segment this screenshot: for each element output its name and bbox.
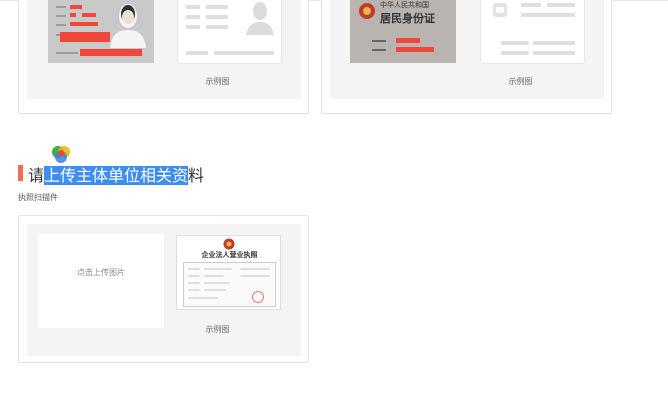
section-title-prefix: 请: [28, 166, 45, 185]
upload-placeholder-text: 点击上传图片: [77, 268, 125, 277]
id-back-heading: 中华人民共和国: [380, 1, 429, 9]
emblem-sketch-icon: [493, 3, 507, 17]
license-sample-image: 企业法人营业执照: [176, 235, 281, 310]
section-title: 请上传主体单位相关资料: [28, 162, 204, 186]
id-back-sketch: [480, 0, 585, 64]
section-accent-bar: [18, 165, 23, 181]
id-front-sample-caption: 示例图: [205, 77, 230, 86]
person-silhouette-icon: [246, 2, 274, 35]
id-front-sketch: [177, 0, 282, 64]
page: { "id_front_section": { "sample_caption"…: [0, 0, 668, 412]
upload-image-button[interactable]: 点击上传图片: [38, 234, 164, 328]
license-scan-label: 执照扫描件: [18, 193, 58, 202]
license-title: 企业法人营业执照: [201, 250, 258, 259]
section-title-suffix: 料: [188, 166, 205, 185]
id-front-photo[interactable]: [48, 0, 154, 63]
id-back-title: 居民身份证: [380, 12, 435, 25]
id-back-photo[interactable]: 中华人民共和国 居民身份证: [350, 0, 456, 63]
id-back-sample-caption: 示例图: [508, 77, 533, 86]
license-sample-caption: 示例图: [205, 325, 230, 334]
section-title-highlight: 上传主体单位相关资: [44, 166, 189, 185]
national-emblem-icon: [359, 3, 375, 19]
license-emblem-icon: [223, 238, 235, 250]
